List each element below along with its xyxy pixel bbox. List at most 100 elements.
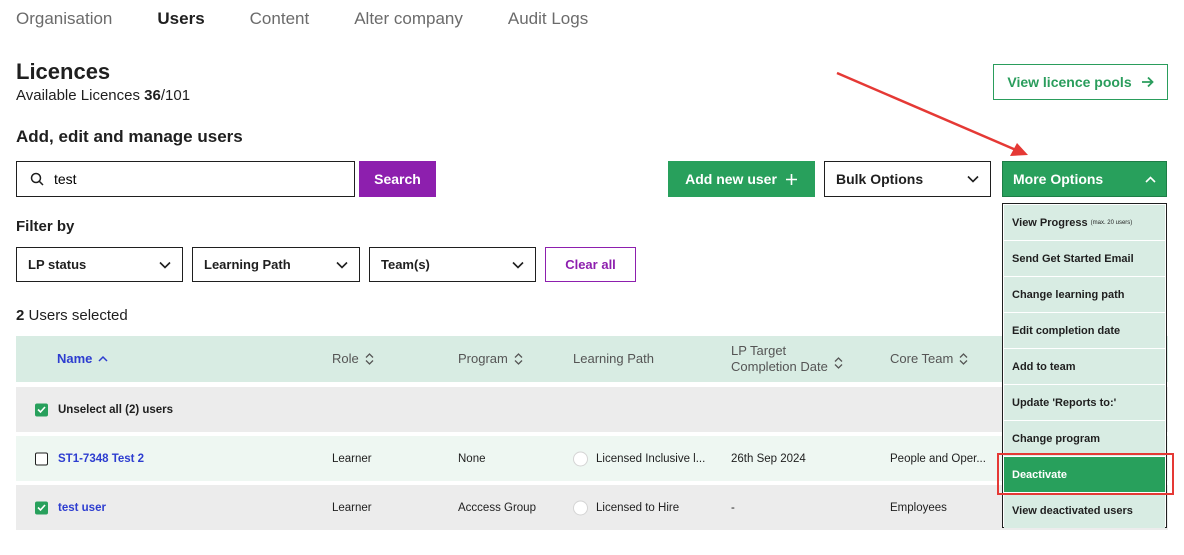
available-licences-count: 36 (144, 87, 161, 104)
user-name-link[interactable]: ST1-7348 Test 2 (58, 453, 144, 465)
more-options-label: More Options (1013, 171, 1104, 187)
column-header-lp-target[interactable]: LP Target Completion Date (731, 343, 843, 375)
column-header-learning-path-label: Learning Path (573, 351, 654, 366)
user-role: Learner (332, 452, 372, 465)
add-new-user-button[interactable]: Add new user (668, 161, 815, 197)
tab-organisation[interactable]: Organisation (16, 9, 112, 29)
sort-icon (365, 352, 374, 365)
unselect-all-row[interactable]: Unselect all (2) users (16, 387, 1168, 432)
bulk-options-label: Bulk Options (836, 171, 924, 187)
chevron-up-icon (1145, 175, 1156, 183)
sort-icon (959, 352, 968, 365)
menu-item-view-progress[interactable]: View Progress (max. 20 users) (1004, 205, 1165, 240)
user-learning-path: Licensed to Hire (573, 500, 679, 515)
learning-path-label: Learning Path (204, 257, 291, 272)
column-header-lp-target-label: LP Target Completion Date (731, 343, 828, 375)
plus-icon (785, 173, 797, 185)
column-header-role[interactable]: Role (332, 351, 374, 366)
menu-item-label: View Progress (1012, 216, 1088, 229)
menu-item-label: Deactivate (1012, 468, 1068, 481)
search-input[interactable] (54, 171, 324, 187)
menu-item-view-deactivated-users[interactable]: View deactivated users (1004, 493, 1165, 528)
selected-count: 2 Users selected (16, 307, 128, 324)
menu-item-deactivate[interactable]: Deactivate (1004, 457, 1165, 492)
menu-item-add-to-team[interactable]: Add to team (1004, 349, 1165, 384)
chevron-down-icon (512, 261, 524, 269)
status-circle-icon (573, 451, 588, 466)
user-program: Acccess Group (458, 501, 536, 514)
menu-item-label: Change program (1012, 432, 1101, 445)
row-checkbox[interactable] (35, 501, 48, 514)
menu-item-label: Send Get Started Email (1012, 252, 1134, 265)
add-new-user-label: Add new user (685, 171, 777, 187)
user-learning-path: Licensed Inclusive l... (573, 451, 705, 466)
menu-item-label: Update 'Reports to:' (1012, 396, 1117, 409)
menu-item-change-learning-path[interactable]: Change learning path (1004, 277, 1165, 312)
checkmark-icon (37, 406, 46, 414)
sort-icon (514, 352, 523, 365)
bulk-options-dropdown[interactable]: Bulk Options (824, 161, 991, 197)
column-header-role-label: Role (332, 351, 359, 366)
clear-all-button[interactable]: Clear all (545, 247, 636, 282)
lp-target-line-1: LP Target (731, 343, 787, 358)
column-header-core-team[interactable]: Core Team (890, 351, 968, 366)
tab-content[interactable]: Content (250, 9, 310, 29)
table-row[interactable]: ST1-7348 Test 2 Learner None Licensed In… (16, 436, 1168, 481)
table-header: Name Role Program Learning Path LP Targe… (16, 336, 1168, 382)
column-header-core-team-label: Core Team (890, 351, 954, 366)
column-header-learning-path: Learning Path (573, 351, 654, 366)
user-program: None (458, 452, 486, 465)
more-options-menu: View Progress (max. 20 users) Send Get St… (1002, 203, 1167, 528)
user-core-team: Employees (890, 501, 947, 514)
column-header-program[interactable]: Program (458, 351, 523, 366)
menu-item-send-get-started-email[interactable]: Send Get Started Email (1004, 241, 1165, 276)
more-options-dropdown[interactable]: More Options (1002, 161, 1167, 197)
menu-item-note: (max. 20 users) (1090, 219, 1133, 226)
tab-alter-company[interactable]: Alter company (354, 9, 463, 29)
arrow-right-icon (1141, 76, 1154, 88)
menu-item-change-program[interactable]: Change program (1004, 421, 1165, 456)
chevron-down-icon (967, 175, 979, 183)
lp-target-line-2: Completion Date (731, 359, 828, 374)
menu-item-label: View deactivated users (1012, 504, 1133, 517)
user-target-date: - (731, 501, 735, 514)
sort-icon (834, 357, 843, 369)
total-licences: /101 (160, 87, 191, 104)
learning-path-select[interactable]: Learning Path (192, 247, 360, 282)
learning-path-text: Licensed Inclusive l... (596, 452, 706, 465)
menu-item-label: Edit completion date (1012, 324, 1121, 337)
manage-users-title: Add, edit and manage users (16, 127, 243, 146)
search-button[interactable]: Search (359, 161, 436, 197)
status-circle-icon (573, 500, 588, 515)
unselect-all-label: Unselect all (2) users (58, 403, 174, 416)
licences-title: Licences (16, 59, 111, 84)
menu-item-label: Change learning path (1012, 288, 1125, 301)
lp-status-label: LP status (28, 257, 87, 272)
tab-audit-logs[interactable]: Audit Logs (508, 9, 588, 29)
column-header-name-label: Name (57, 351, 93, 366)
chevron-down-icon (159, 261, 171, 269)
user-name-link[interactable]: test user (58, 502, 106, 514)
selected-count-label: Users selected (28, 307, 128, 324)
column-header-program-label: Program (458, 351, 508, 366)
teams-label: Team(s) (381, 257, 430, 272)
search-box (16, 161, 355, 197)
available-licences-label: Available Licences (16, 87, 140, 104)
user-role: Learner (332, 501, 372, 514)
selected-count-number: 2 (16, 307, 25, 324)
view-licence-pools-button[interactable]: View licence pools (993, 64, 1168, 100)
lp-status-select[interactable]: LP status (16, 247, 183, 282)
filter-by-title: Filter by (16, 218, 75, 235)
teams-select[interactable]: Team(s) (369, 247, 536, 282)
menu-item-edit-completion-date[interactable]: Edit completion date (1004, 313, 1165, 348)
top-nav: Organisation Users Content Alter company… (16, 9, 633, 29)
tab-users[interactable]: Users (157, 9, 204, 29)
menu-item-update-reports-to[interactable]: Update 'Reports to:' (1004, 385, 1165, 420)
available-licences: Available Licences 36/101 (16, 87, 190, 104)
table-row[interactable]: test user Learner Acccess Group Licensed… (16, 485, 1168, 530)
view-licence-pools-label: View licence pools (1007, 74, 1132, 90)
unselect-all-checkbox[interactable] (35, 403, 48, 416)
row-checkbox[interactable] (35, 452, 48, 465)
chevron-down-icon (336, 261, 348, 269)
column-header-name[interactable]: Name (57, 351, 108, 366)
